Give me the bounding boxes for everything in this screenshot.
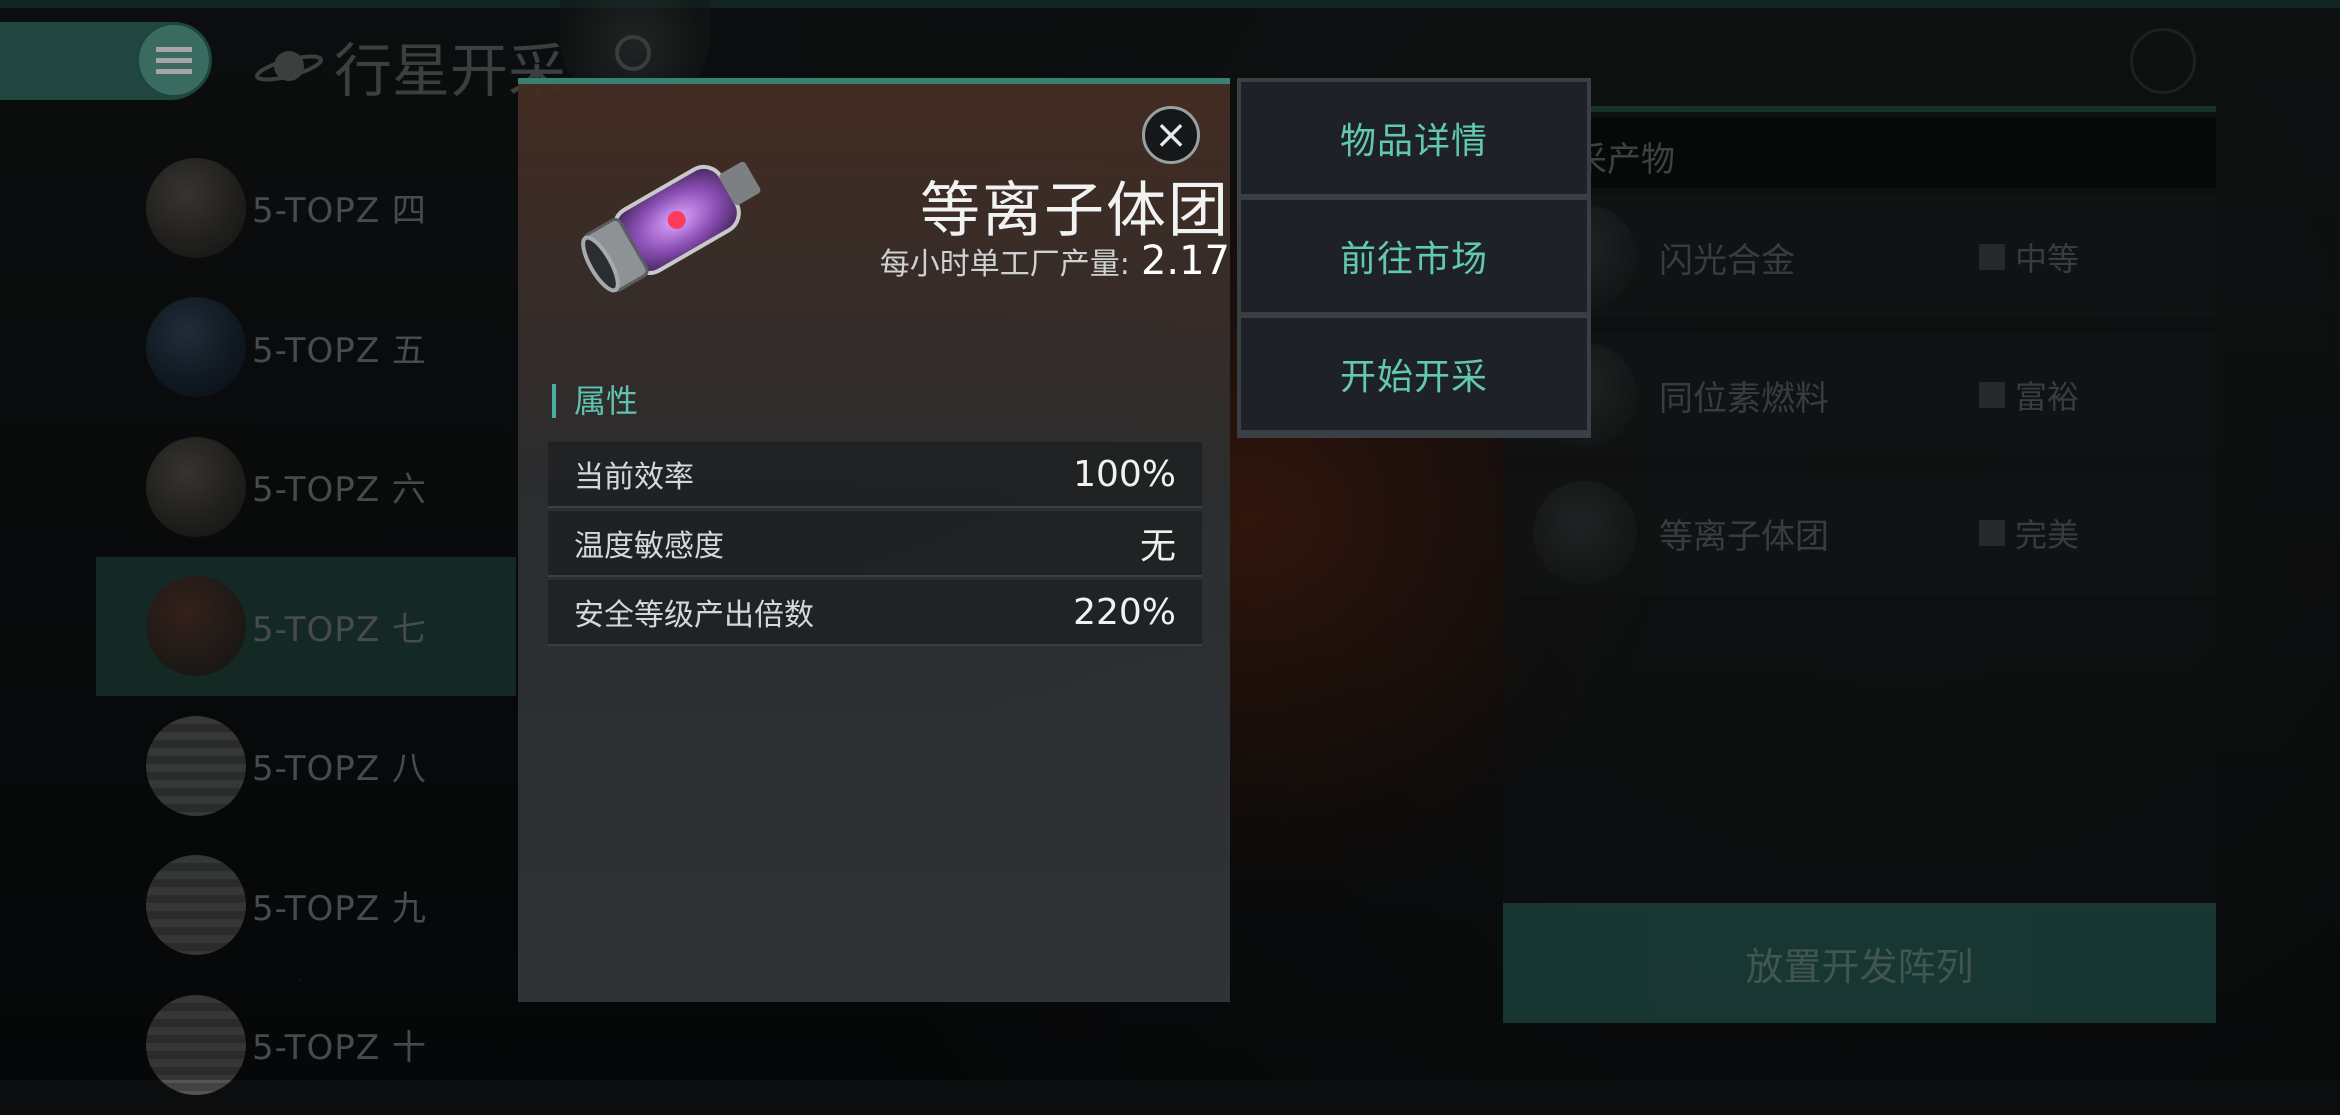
- dialog-close-button[interactable]: ×: [1142, 106, 1200, 164]
- attribute-value: 100%: [1073, 453, 1176, 495]
- item-details-button[interactable]: 物品详情: [1241, 82, 1587, 194]
- go-to-market-button[interactable]: 前往市场: [1241, 200, 1587, 312]
- attribute-row: 安全等级产出倍数 220%: [548, 580, 1202, 646]
- start-mining-label: 开始开采: [1339, 357, 1488, 398]
- attribute-value: 无: [1139, 526, 1176, 567]
- attribute-value: 220%: [1073, 591, 1176, 633]
- attribute-row: 当前效率 100%: [548, 442, 1202, 508]
- production-row: 每小时单工厂产量: 2.17: [880, 238, 1230, 284]
- attribute-label: 温度敏感度: [574, 529, 724, 564]
- plasma-canister-icon: [581, 161, 761, 293]
- attributes-title: 属性: [552, 384, 638, 418]
- production-value: 2.17: [1140, 238, 1230, 284]
- dialog-topbar: [518, 78, 1230, 84]
- go-to-market-label: 前往市场: [1339, 239, 1488, 280]
- attribute-label: 当前效率: [574, 460, 694, 495]
- close-icon: ×: [1154, 112, 1188, 158]
- item-name: 等离子体团: [920, 176, 1230, 246]
- action-menu: 物品详情 前往市场 开始开采: [1237, 78, 1591, 438]
- start-mining-button[interactable]: 开始开采: [1241, 318, 1587, 430]
- attribute-row: 温度敏感度 无: [548, 511, 1202, 577]
- item-details-label: 物品详情: [1339, 121, 1488, 162]
- attribute-label: 安全等级产出倍数: [574, 598, 814, 633]
- production-label: 每小时单工厂产量:: [879, 247, 1130, 282]
